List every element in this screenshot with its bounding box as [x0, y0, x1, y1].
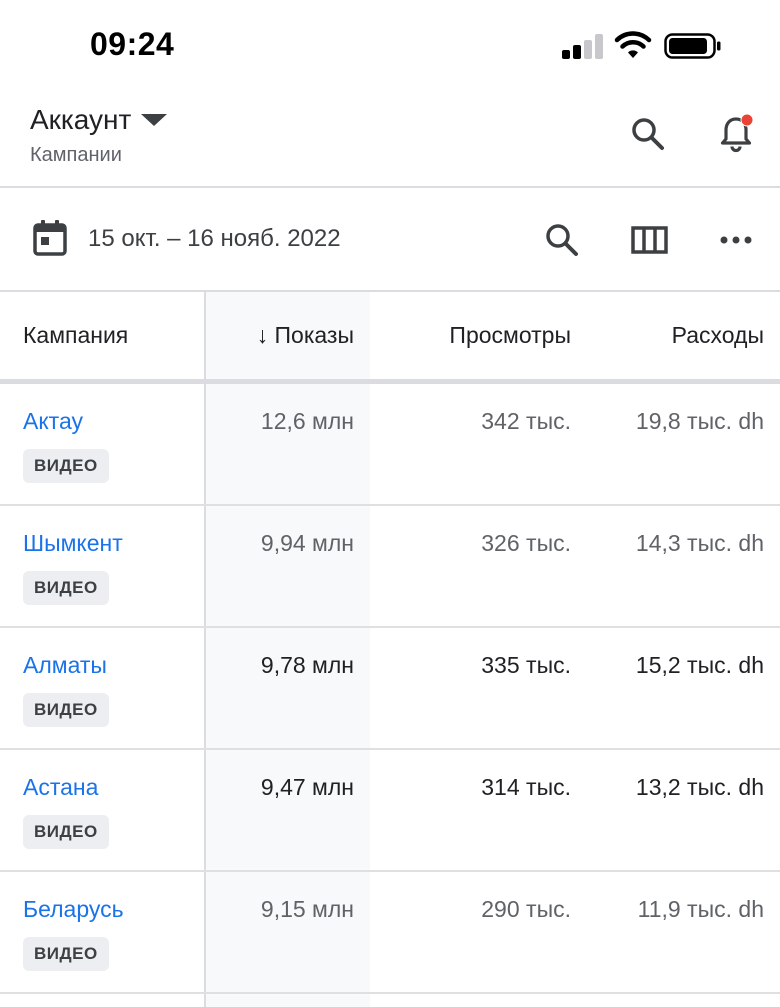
views-cell: 342 тыс.	[481, 408, 571, 434]
more-options-icon[interactable]	[716, 220, 756, 260]
toolbar: 15 окт. – 16 нояб. 2022	[0, 188, 780, 292]
caret-down-icon	[141, 114, 168, 126]
cellular-signal-icon	[562, 33, 604, 59]
views-cell: 314 тыс.	[481, 774, 571, 800]
impressions-cell: 9,15 млн	[260, 896, 354, 922]
table-row[interactable]: Шымкент ВИДЕО 9,94 млн 326 тыс. 14,3 тыс…	[0, 506, 780, 628]
table-row[interactable]: Актау ВИДЕО 12,6 млн 342 тыс. 19,8 тыс. …	[0, 384, 780, 506]
battery-icon	[664, 33, 721, 59]
column-header-cost[interactable]: Расходы	[672, 322, 764, 349]
views-cell: 335 тыс.	[481, 652, 571, 678]
campaign-type-badge: ВИДЕО	[23, 693, 109, 727]
account-title: Аккаунт	[30, 104, 132, 135]
table-row[interactable]: Беларусь ВИДЕО 9,15 млн 290 тыс. 11,9 ты…	[0, 872, 780, 994]
views-cell: 326 тыс.	[481, 530, 571, 556]
cost-cell: 13,2 тыс. dh	[635, 774, 764, 800]
notification-dot	[741, 114, 753, 126]
campaign-name-link[interactable]: Актау	[23, 408, 83, 435]
impressions-cell: 9,47 млн	[260, 774, 354, 800]
views-cell: 290 тыс.	[481, 896, 571, 922]
impressions-cell: 9,94 млн	[260, 530, 354, 556]
date-range-selector[interactable]: 15 окт. – 16 нояб. 2022	[88, 225, 341, 253]
impressions-cell: 12,6 млн	[260, 408, 354, 434]
search-table-icon[interactable]	[542, 220, 582, 260]
campaign-type-badge: ВИДЕО	[23, 449, 109, 483]
campaign-name-link[interactable]: Беларусь	[23, 896, 124, 923]
cost-cell: 14,3 тыс. dh	[635, 530, 764, 556]
app-header: Аккаунт Кампании	[0, 92, 780, 188]
columns-icon[interactable]	[630, 220, 670, 260]
campaign-type-badge: ВИДЕО	[23, 937, 109, 971]
status-time: 09:24	[90, 26, 175, 62]
column-header-campaign[interactable]: Кампания	[23, 322, 128, 349]
column-header-impressions[interactable]: ↓ Показы	[257, 322, 354, 349]
account-selector[interactable]: Аккаунт	[30, 104, 168, 136]
impressions-cell: 9,78 млн	[260, 652, 354, 678]
notifications-bell-icon[interactable]	[716, 114, 756, 154]
page-subtitle: Кампании	[30, 144, 122, 166]
column-header-views[interactable]: Просмотры	[449, 322, 571, 349]
cost-cell: 11,9 тыс. dh	[637, 896, 764, 922]
table-row[interactable]: Астана ВИДЕО 9,47 млн 314 тыс. 13,2 тыс.…	[0, 750, 780, 872]
search-icon[interactable]	[628, 114, 668, 154]
status-bar: 09:24	[0, 0, 780, 92]
table-header: Кампания ↓ Показы Просмотры Расходы	[0, 292, 780, 384]
table-row[interactable]: Алматы ВИДЕО 9,78 млн 335 тыс. 15,2 тыс.…	[0, 628, 780, 750]
campaign-name-link[interactable]: Алматы	[23, 652, 107, 679]
campaign-name-link[interactable]: Шымкент	[23, 530, 123, 557]
wifi-icon	[614, 31, 652, 58]
campaign-type-badge: ВИДЕО	[23, 571, 109, 605]
calendar-icon[interactable]	[30, 218, 70, 258]
cost-cell: 19,8 тыс. dh	[635, 408, 764, 434]
campaign-name-link[interactable]: Астана	[23, 774, 98, 801]
campaign-type-badge: ВИДЕО	[23, 815, 109, 849]
cost-cell: 15,2 тыс. dh	[635, 652, 764, 678]
